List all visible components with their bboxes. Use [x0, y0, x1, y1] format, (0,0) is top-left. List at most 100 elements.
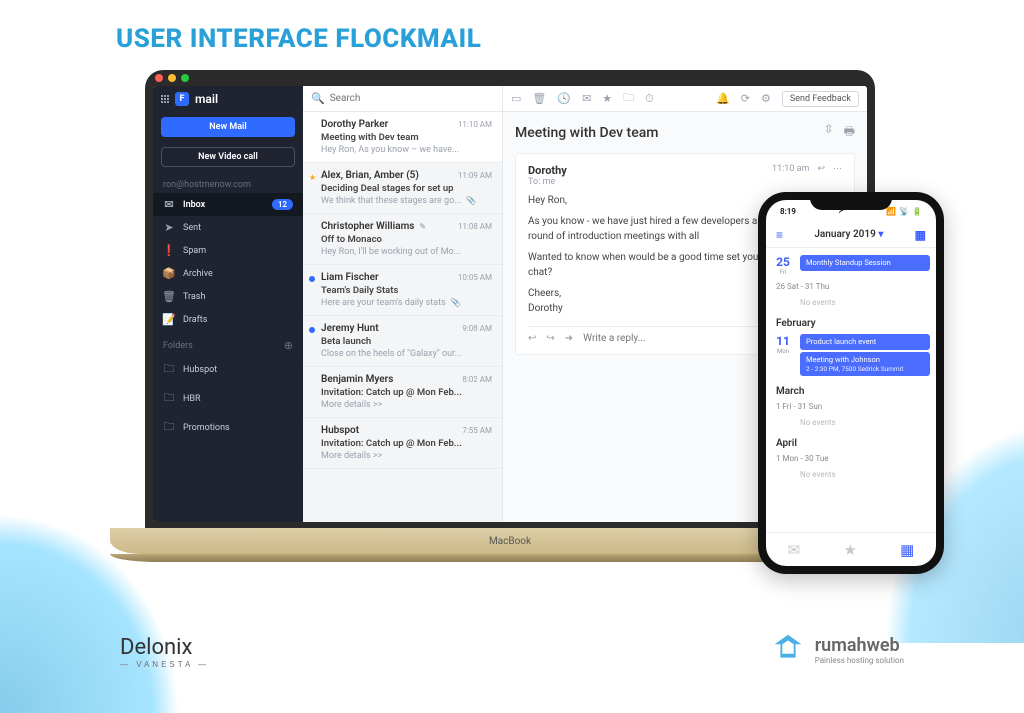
calendar-event[interactable]: Monthly Standup Session: [800, 255, 930, 271]
page-title: USER INTERFACE FLOCKMAIL: [116, 24, 481, 54]
delonix-logo: Delonix — VANESTA —: [120, 634, 209, 669]
app-brand: F mail: [153, 86, 303, 112]
forward-icon[interactable]: ➜: [565, 333, 573, 344]
folder-icon[interactable]: 🗀: [623, 89, 634, 108]
new-video-call-button[interactable]: New Video call: [161, 147, 295, 167]
star-icon: ★: [309, 173, 316, 182]
calendar-month-header: February: [766, 313, 936, 331]
no-events-label: No events: [766, 294, 936, 313]
message-item[interactable]: Liam Fischer10:05 AM Team's Daily Stats …: [303, 265, 502, 316]
print-icon[interactable]: 🖶: [844, 122, 855, 143]
more-icon[interactable]: ⋯: [833, 164, 842, 174]
mark-read-icon[interactable]: ✉: [582, 92, 591, 105]
message-item[interactable]: Benjamin Myers8:02 AM Invitation: Catch …: [303, 367, 502, 418]
account-label: ron@hostmenow.com: [153, 172, 303, 193]
signal-icon: 📶: [886, 207, 896, 216]
sidebar-item-inbox[interactable]: ✉Inbox12: [153, 193, 303, 216]
archive-icon: 📦: [163, 267, 175, 280]
phone-status-bar: 8:19↗ 📶 📡 🔋: [766, 200, 936, 222]
footer: Delonix — VANESTA — rumahweb Painless ho…: [0, 631, 1024, 669]
sent-icon: ➤: [163, 221, 175, 234]
chevron-down-icon[interactable]: ▾: [878, 229, 883, 240]
calendar-body[interactable]: 25FriMonthly Standup Session26 Sat - 31 …: [766, 248, 936, 532]
attachment-icon: 📎: [464, 196, 476, 205]
sidebar-item-spam[interactable]: ❗Spam: [153, 239, 303, 262]
toolbar: ▭ 🗑 🕓 ✉ ★ 🗀 ⏱ 🔔 ⟳ ⚙ Send Feedback: [503, 86, 867, 112]
add-folder-icon[interactable]: ⊕: [284, 339, 293, 352]
folder-item[interactable]: 🗀Promotions: [153, 413, 303, 442]
archive-icon[interactable]: ▭: [511, 92, 521, 105]
calendar-header: ≡ January 2019 ▾ ▦: [766, 222, 936, 248]
message-item[interactable]: Hubspot7:55 AM Invitation: Catch up @ Mo…: [303, 418, 502, 469]
no-events-label: No events: [766, 414, 936, 433]
message-item[interactable]: Christopher Williams ✎11:08 AM Off to Mo…: [303, 214, 502, 265]
calendar-month-header: April: [766, 433, 936, 451]
folders-header: Folders ⊕: [153, 331, 303, 355]
folder-item[interactable]: 🗀HBR: [153, 384, 303, 413]
unread-dot-icon: [309, 327, 315, 333]
snooze-icon[interactable]: 🕓: [557, 92, 571, 105]
sidebar-item-drafts[interactable]: 📝Drafts: [153, 308, 303, 331]
delete-icon[interactable]: 🗑: [532, 92, 546, 105]
reply-all-icon[interactable]: ↪: [546, 333, 554, 344]
expand-icon[interactable]: ⇳: [824, 122, 834, 143]
new-mail-button[interactable]: New Mail: [161, 117, 295, 137]
message-item[interactable]: ★ Alex, Brian, Amber (5)11:09 AM Decidin…: [303, 163, 502, 214]
calendar-range: 26 Sat - 31 Thu: [766, 279, 936, 294]
rumahweb-icon: [769, 631, 807, 669]
edit-icon: ✎: [417, 222, 426, 231]
folder-icon: 🗀: [163, 360, 175, 379]
calendar-event[interactable]: Meeting with Johnson2 - 2:30 PM, 7500 Se…: [800, 352, 930, 376]
phone-frame: 8:19↗ 📶 📡 🔋 ≡ January 2019 ▾ ▦ 25FriMont…: [758, 192, 944, 574]
calendar-month-header: March: [766, 381, 936, 399]
mail-app-icon: F: [175, 92, 189, 106]
calendar-event[interactable]: Product launch event: [800, 334, 930, 350]
calendar-range: 1 Fri - 31 Sun: [766, 399, 936, 414]
message-subject: Meeting with Dev team: [515, 125, 658, 141]
clock-icon[interactable]: ⏱: [645, 92, 654, 106]
message-to: To: me: [528, 177, 567, 187]
sidebar: F mail New Mail New Video call ron@hostm…: [153, 86, 303, 522]
today-icon[interactable]: ▦: [915, 228, 926, 242]
phone-bottom-nav: ✉ ★ ▦: [766, 532, 936, 566]
window-traffic-lights: [155, 74, 189, 82]
attachment-icon: 📎: [449, 298, 461, 307]
drafts-icon: 📝: [163, 313, 175, 326]
send-feedback-button[interactable]: Send Feedback: [782, 91, 859, 107]
folder-icon: 🗀: [163, 418, 175, 437]
reply-action-icon[interactable]: ↩: [528, 333, 536, 344]
folder-item[interactable]: 🗀Hubspot: [153, 355, 303, 384]
rumahweb-logo: rumahweb Painless hosting solution: [769, 631, 904, 669]
nav-calendar-icon[interactable]: ▦: [900, 541, 914, 559]
spam-icon: ❗: [163, 244, 175, 257]
trash-icon: 🗑: [163, 290, 175, 303]
no-events-label: No events: [766, 466, 936, 485]
reply-icon[interactable]: ↩: [817, 164, 825, 174]
bell-icon[interactable]: 🔔: [716, 92, 730, 105]
message-time: 11:10 am: [772, 164, 809, 174]
message-list: 🔍 Dorothy Parker11:10 AM Meeting with De…: [303, 86, 503, 522]
gear-icon[interactable]: ⚙: [761, 92, 771, 105]
message-from: Dorothy: [528, 164, 567, 177]
apps-grid-icon[interactable]: [161, 95, 169, 103]
inbox-icon: ✉: [163, 198, 175, 211]
unread-dot-icon: [309, 276, 315, 282]
calendar-row[interactable]: 11MonProduct launch eventMeeting with Jo…: [766, 331, 936, 381]
refresh-icon[interactable]: ⟳: [741, 92, 750, 105]
nav-mail-icon[interactable]: ✉: [788, 541, 801, 559]
folder-icon: 🗀: [163, 389, 175, 408]
message-item[interactable]: Jeremy Hunt9:08 AM Beta launch Close on …: [303, 316, 502, 367]
menu-icon[interactable]: ≡: [776, 228, 783, 242]
battery-icon: 🔋: [912, 207, 922, 216]
star-icon[interactable]: ★: [602, 92, 612, 105]
nav-star-icon[interactable]: ★: [843, 541, 856, 559]
calendar-row[interactable]: 25FriMonthly Standup Session: [766, 252, 936, 279]
message-item[interactable]: Dorothy Parker11:10 AM Meeting with Dev …: [303, 112, 502, 163]
sidebar-item-sent[interactable]: ➤Sent: [153, 216, 303, 239]
wifi-icon: 📡: [899, 207, 909, 216]
sidebar-item-archive[interactable]: 📦Archive: [153, 262, 303, 285]
search-bar[interactable]: 🔍: [303, 86, 502, 112]
search-icon: 🔍: [311, 92, 325, 105]
sidebar-item-trash[interactable]: 🗑Trash: [153, 285, 303, 308]
search-input[interactable]: [330, 93, 494, 104]
